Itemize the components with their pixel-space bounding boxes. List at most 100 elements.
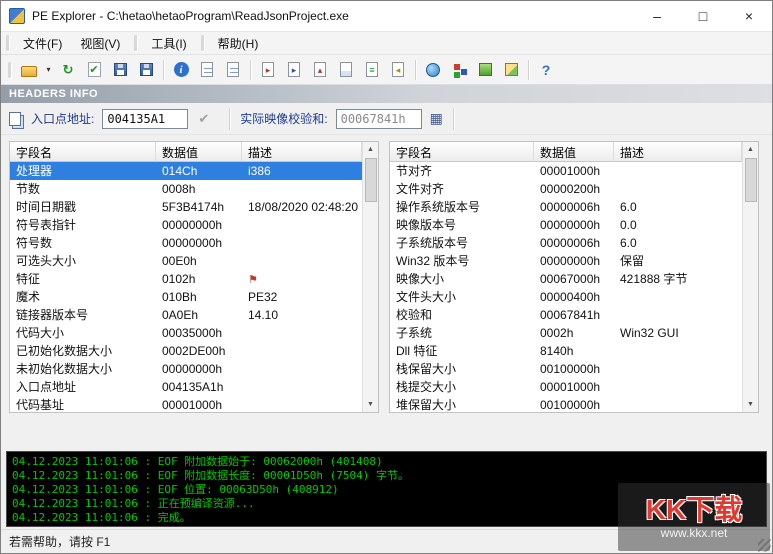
log-line: 04.12.2023 11:01:06 : EOF 附加数据长度: 00001D… [12, 469, 761, 483]
table-row[interactable]: 节对齐00001000h [390, 162, 742, 180]
table-cell: 00000006h [534, 234, 614, 252]
divider [453, 108, 454, 130]
table-row[interactable]: 节数0008h [10, 180, 362, 198]
table-row[interactable]: 特征0102h⚑ [10, 270, 362, 288]
table-row[interactable]: 代码基址00001000h [10, 396, 362, 413]
scrollbar-thumb[interactable] [745, 158, 757, 202]
directory-view-button[interactable] [221, 58, 245, 82]
entry-point-input[interactable] [102, 109, 188, 129]
help-button[interactable]: ? [534, 58, 558, 82]
maximize-button[interactable]: □ [680, 1, 726, 31]
resource-editor-button[interactable] [499, 58, 523, 82]
validate-file-button[interactable]: ✔ [82, 58, 106, 82]
table-row[interactable]: Dll 特征8140h [390, 342, 742, 360]
scroll-up-icon[interactable]: ▲ [363, 142, 378, 157]
table-cell: 00001000h [534, 378, 614, 396]
vertical-scrollbar[interactable]: ▲ ▼ [742, 142, 758, 412]
page-arrow-in-icon: ▸ [288, 62, 300, 77]
scroll-up-icon[interactable]: ▲ [743, 142, 758, 157]
table-row[interactable]: 堆保留大小00100000h [390, 396, 742, 413]
table-row[interactable]: 处理器014Chi386 [10, 162, 362, 180]
table-row[interactable]: 时间日期戳5F3B4174h18/08/2020 02:48:20 [10, 198, 362, 216]
column-header[interactable]: 数据值 [156, 142, 242, 162]
table-row[interactable]: 文件头大小00000400h [390, 288, 742, 306]
table-row[interactable]: 操作系统版本号00000006h6.0 [390, 198, 742, 216]
table-cell: 00000006h [534, 198, 614, 216]
menu-item-file[interactable]: 文件(F) [14, 32, 71, 55]
menu-item-tools[interactable]: 工具(I) [142, 32, 195, 55]
section-headers-button[interactable]: ≡ [360, 58, 384, 82]
watermark-url: www.kkx.net [661, 526, 728, 540]
save-file-as-button[interactable] [134, 58, 158, 82]
copy-address-icon[interactable] [9, 112, 21, 126]
minimize-button[interactable]: – [634, 1, 680, 31]
reload-file-button[interactable]: ↻ [56, 58, 80, 82]
open-file-button[interactable] [17, 58, 41, 82]
table-row[interactable]: 已初始化数据大小0002DE00h [10, 342, 362, 360]
menu-item-help[interactable]: 帮助(H) [209, 32, 268, 55]
headers-view-button[interactable] [195, 58, 219, 82]
table-row[interactable]: 可选头大小00E0h [10, 252, 362, 270]
save-file-button[interactable] [108, 58, 132, 82]
table-cell [614, 396, 742, 413]
table-row[interactable]: 未初始化数据大小00000000h [10, 360, 362, 378]
vertical-scrollbar[interactable]: ▲ ▼ [362, 142, 378, 412]
column-header[interactable]: 描述 [242, 142, 362, 162]
table-cell: 时间日期戳 [10, 198, 156, 216]
table-row[interactable]: 子系统0002hWin32 GUI [390, 324, 742, 342]
column-header[interactable]: 数据值 [534, 142, 614, 162]
import-view-button[interactable]: ▸ [282, 58, 306, 82]
disassembler-button[interactable] [421, 58, 445, 82]
nodes-icon [454, 64, 460, 70]
menu-item-view[interactable]: 视图(V) [71, 32, 129, 55]
table-row[interactable]: 魔术010BhPE32 [10, 288, 362, 306]
rebar-grip[interactable] [6, 35, 9, 51]
column-header[interactable]: 字段名 [390, 142, 534, 162]
table-row[interactable]: 栈提交大小00001000h [390, 378, 742, 396]
scrollbar-thumb[interactable] [365, 158, 377, 202]
table-cell: 链接器版本号 [10, 306, 156, 324]
export-view-button[interactable]: ▴ [308, 58, 332, 82]
resource-viewer-button[interactable] [473, 58, 497, 82]
table-row[interactable]: Win32 版本号00000000h保留 [390, 252, 742, 270]
calculator-icon[interactable]: ▦ [430, 110, 443, 127]
table-cell [242, 180, 362, 198]
table-cell: 00000000h [534, 252, 614, 270]
table-row[interactable]: 栈保留大小00100000h [390, 360, 742, 378]
export-section-button[interactable]: ▸ [256, 58, 280, 82]
table-body: 处理器014Chi386节数0008h时间日期戳5F3B4174h18/08/2… [10, 162, 362, 413]
table-row[interactable]: 符号数00000000h [10, 234, 362, 252]
open-file-dropdown-button[interactable]: ▾ [43, 58, 54, 82]
table-body: 节对齐00001000h文件对齐00000200h操作系统版本号00000006… [390, 162, 742, 413]
resource-catalog-button[interactable] [334, 58, 358, 82]
apply-check-icon[interactable]: ✔ [198, 111, 209, 127]
scroll-down-icon[interactable]: ▼ [363, 397, 378, 412]
scroll-down-icon[interactable]: ▼ [743, 397, 758, 412]
table-row[interactable]: 映像版本号00000000h0.0 [390, 216, 742, 234]
file-info-button[interactable]: i [169, 58, 193, 82]
table-row[interactable]: 文件对齐00000200h [390, 180, 742, 198]
rebar-grip[interactable] [8, 62, 11, 78]
checksum-input[interactable] [336, 109, 422, 129]
table-row[interactable]: 子系统版本号00000006h6.0 [390, 234, 742, 252]
table-row[interactable]: 代码大小00035000h [10, 324, 362, 342]
table-row[interactable]: 链接器版本号0A0Eh14.10 [10, 306, 362, 324]
relocations-view-button[interactable]: ◂ [386, 58, 410, 82]
floppy-alt-icon [140, 63, 153, 76]
table-cell: 代码大小 [10, 324, 156, 342]
table-cell [614, 180, 742, 198]
table-cell: 0.0 [614, 216, 742, 234]
dependency-scanner-button[interactable] [447, 58, 471, 82]
table-row[interactable]: 映像大小00067000h421888 字节 [390, 270, 742, 288]
toolbar-separator [250, 60, 251, 80]
rebar-grip[interactable] [201, 35, 204, 51]
table-row[interactable]: 符号表指针00000000h [10, 216, 362, 234]
column-header[interactable]: 描述 [614, 142, 742, 162]
page-arrow-right-icon: ▸ [262, 62, 274, 77]
table-cell: 校验和 [390, 306, 534, 324]
close-button[interactable]: × [726, 1, 772, 31]
table-row[interactable]: 校验和00067841h [390, 306, 742, 324]
column-header[interactable]: 字段名 [10, 142, 156, 162]
rebar-grip[interactable] [134, 35, 137, 51]
table-row[interactable]: 入口点地址004135A1h [10, 378, 362, 396]
